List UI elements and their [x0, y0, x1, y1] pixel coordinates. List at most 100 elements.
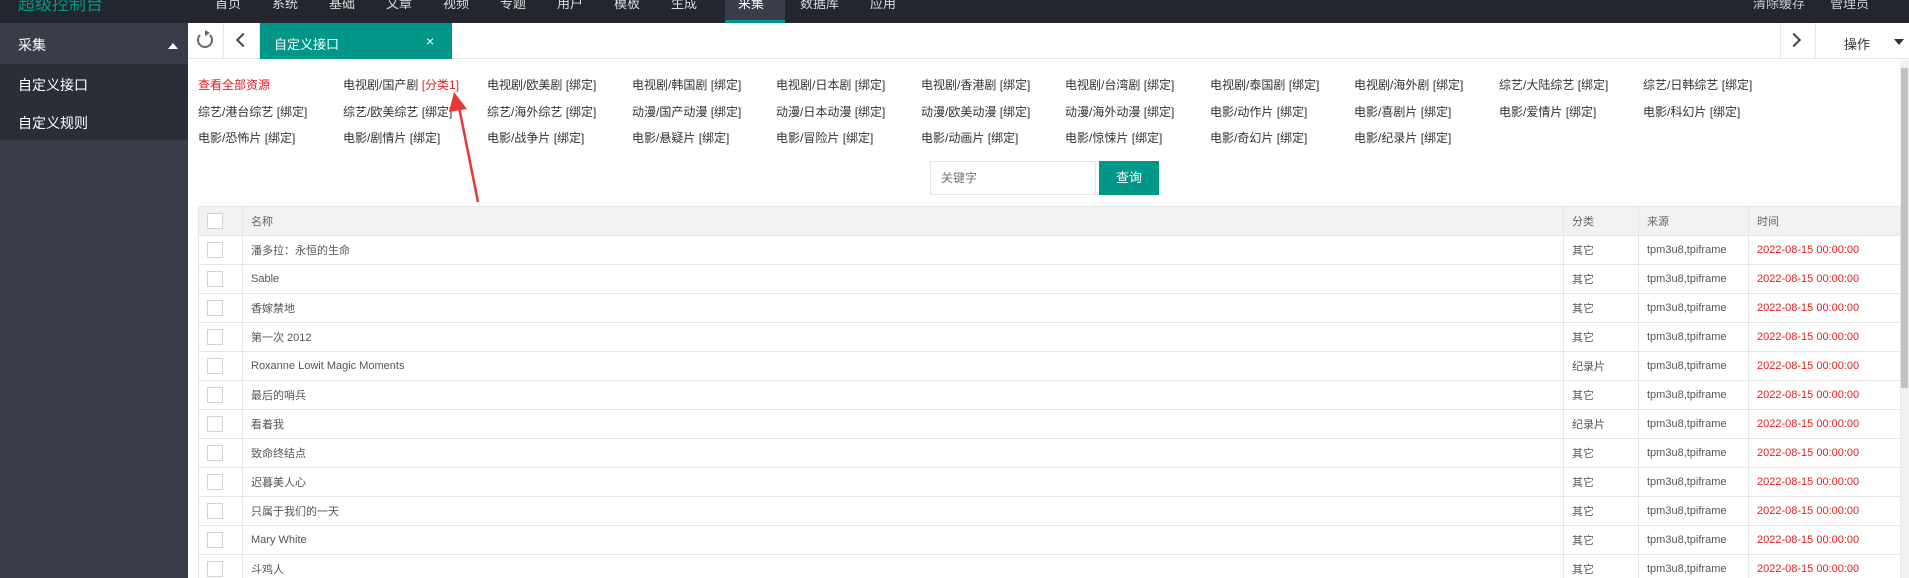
category-bind-link[interactable]: [绑定] [277, 105, 308, 119]
table-row[interactable]: 看着我 纪录片 tpm3u8,tpiframe 2022-08-15 00:00:00 [198, 409, 1901, 439]
column-header-name: 名称 [242, 206, 1564, 236]
nav-item[interactable]: 视频 [443, 0, 469, 12]
category-item: 综艺/海外综艺 [绑定] [487, 103, 596, 120]
nav-item[interactable]: 模板 [614, 0, 640, 12]
row-checkbox-cell [198, 380, 243, 410]
select-all-checkbox[interactable] [207, 213, 223, 229]
row-source: tpm3u8,tpiframe [1638, 554, 1749, 578]
category-bind-link[interactable]: [绑定] [843, 131, 874, 145]
category-bind-link[interactable]: [绑定] [1000, 78, 1031, 92]
row-checkbox[interactable] [207, 329, 223, 345]
table-row[interactable]: Roxanne Lowit Magic Moments 纪录片 tpm3u8,tpi… [198, 351, 1901, 381]
category-bind-link[interactable]: [绑定] [1144, 78, 1175, 92]
category-bind-link[interactable]: [绑定] [1566, 105, 1597, 119]
row-checkbox[interactable] [207, 503, 223, 519]
row-source: tpm3u8,tpiframe [1638, 235, 1749, 265]
category-bind-link[interactable]: [绑定] [1578, 78, 1609, 92]
tab-scroll-left-button[interactable] [224, 23, 260, 59]
row-checkbox[interactable] [207, 532, 223, 548]
category-bind-link[interactable]: [绑定] [1277, 105, 1308, 119]
keyword-search-input[interactable] [930, 161, 1096, 195]
nav-item[interactable]: 数据库 [800, 0, 839, 12]
category-bind-link[interactable]: [绑定] [711, 105, 742, 119]
category-bind-link[interactable]: [绑定] [1144, 105, 1175, 119]
table-row[interactable]: 最后的哨兵 其它 tpm3u8,tpiframe 2022-08-15 00:00:0… [198, 380, 1901, 410]
scrollbar-thumb[interactable] [1901, 68, 1908, 388]
category-name: 电影/悬疑片 [632, 131, 696, 145]
category-bind-link[interactable]: [绑定] [711, 78, 742, 92]
category-bind-link[interactable]: [绑定] [566, 78, 597, 92]
refresh-icon [197, 30, 213, 48]
nav-item[interactable]: 专题 [500, 0, 526, 12]
nav-item[interactable]: 首页 [215, 0, 241, 12]
row-checkbox[interactable] [207, 271, 223, 287]
annotation-arrow-icon [449, 92, 480, 203]
table-row[interactable]: 斗鸡人 其它 tpm3u8,tpiframe 2022-08-15 00:00:00 [198, 554, 1901, 578]
category-bind-link[interactable]: [绑定] [1277, 131, 1308, 145]
row-checkbox[interactable] [207, 300, 223, 316]
tab-scroll-right-button[interactable] [1780, 23, 1816, 59]
table-row[interactable]: 潘多拉：永恒的生命 其它 tpm3u8,tpiframe 2022-08-15 00:… [198, 235, 1901, 265]
clear-cache-link[interactable]: 清除缓存 [1753, 0, 1805, 12]
category-bind-link[interactable]: [绑定] [1722, 78, 1753, 92]
tab-custom-api[interactable]: 自定义接口 × [260, 23, 452, 59]
vertical-scrollbar[interactable] [1900, 60, 1909, 578]
category-bind-link[interactable]: [绑定] [1289, 78, 1320, 92]
nav-item-current[interactable]: 采集 [738, 0, 764, 12]
row-checkbox[interactable] [207, 561, 223, 577]
category-bind-link[interactable]: [绑定] [1433, 78, 1464, 92]
row-checkbox-cell [198, 409, 243, 439]
category-bind-link[interactable]: [绑定] [1000, 105, 1031, 119]
operations-label: 操作 [1844, 37, 1871, 52]
sidebar-item-custom-rules[interactable]: 自定义规则 [0, 102, 188, 140]
category-name: 电视剧/香港剧 [921, 78, 997, 92]
category-bind-link[interactable]: [绑定] [554, 131, 585, 145]
category-bind-link[interactable]: [绑定] [265, 131, 296, 145]
sidebar-section-label: 采集 [18, 37, 46, 53]
table-row[interactable]: 致命终结点 其它 tpm3u8,tpiframe 2022-08-15 00:00:0… [198, 438, 1901, 468]
tab-bar: 自定义接口 × 操作 [188, 23, 1909, 59]
table-row[interactable]: Sable 其它 tpm3u8,tpiframe 2022-08-15 00:00:0… [198, 264, 1901, 294]
sidebar-section-collect[interactable]: 采集 [0, 23, 188, 64]
operations-menu[interactable]: 操作 [1816, 23, 1909, 59]
category-bind-link[interactable]: [绑定] [1421, 105, 1452, 119]
nav-item[interactable]: 应用 [870, 0, 896, 12]
table-row[interactable]: 第一次 2012 其它 tpm3u8,tpiframe 2022-08-15 00:0… [198, 322, 1901, 352]
row-checkbox[interactable] [207, 474, 223, 490]
row-time: 2022-08-15 00:00:00 [1748, 293, 1901, 323]
category-name: 电影/奇幻片 [1210, 131, 1274, 145]
nav-item[interactable]: 用户 [557, 0, 583, 12]
row-name: 致命终结点 [242, 438, 1564, 468]
category-bind-link[interactable]: [绑定] [855, 105, 886, 119]
close-icon[interactable]: × [426, 33, 434, 49]
category-bind-link[interactable]: [绑定] [1710, 105, 1741, 119]
nav-item[interactable]: 文章 [386, 0, 412, 12]
query-button[interactable]: 查询 [1099, 161, 1159, 195]
nav-item[interactable]: 生成 [671, 0, 697, 12]
row-checkbox[interactable] [207, 387, 223, 403]
category-name: 电视剧/台湾剧 [1065, 78, 1141, 92]
table-row[interactable]: 只属于我们的一天 其它 tpm3u8,tpiframe 2022-08-15 00:0… [198, 496, 1901, 526]
table-row[interactable]: 迟暮美人心 其它 tpm3u8,tpiframe 2022-08-15 00:00:0… [198, 467, 1901, 497]
category-bind-link[interactable]: [绑定] [988, 131, 1019, 145]
table-row[interactable]: Mary White 其它 tpm3u8,tpiframe 2022-08-15 00… [198, 525, 1901, 555]
category-item: 电影/科幻片 [绑定] [1643, 103, 1740, 120]
category-bind-link[interactable]: [绑定] [1132, 131, 1163, 145]
row-checkbox[interactable] [207, 445, 223, 461]
category-bind-link[interactable]: [绑定] [699, 131, 730, 145]
nav-item[interactable]: 基础 [329, 0, 355, 12]
row-checkbox[interactable] [207, 242, 223, 258]
category-bind-link[interactable]: [绑定] [566, 105, 597, 119]
sidebar-item-custom-api[interactable]: 自定义接口 [0, 64, 188, 102]
view-all-resources-link[interactable]: 查看全部资源 [198, 76, 270, 93]
nav-item[interactable]: 系统 [272, 0, 298, 12]
category-name: 动漫/欧美动漫 [921, 105, 997, 119]
row-checkbox[interactable] [207, 358, 223, 374]
category-bind-link[interactable]: [绑定] [1421, 131, 1452, 145]
refresh-button[interactable] [188, 23, 224, 59]
table-row[interactable]: 香嫁禁地 其它 tpm3u8,tpiframe 2022-08-15 00:00:00 [198, 293, 1901, 323]
row-time: 2022-08-15 00:00:00 [1748, 467, 1901, 497]
category-bind-link[interactable]: [绑定] [855, 78, 886, 92]
admin-menu[interactable]: 管理员 [1830, 0, 1869, 12]
row-checkbox[interactable] [207, 416, 223, 432]
